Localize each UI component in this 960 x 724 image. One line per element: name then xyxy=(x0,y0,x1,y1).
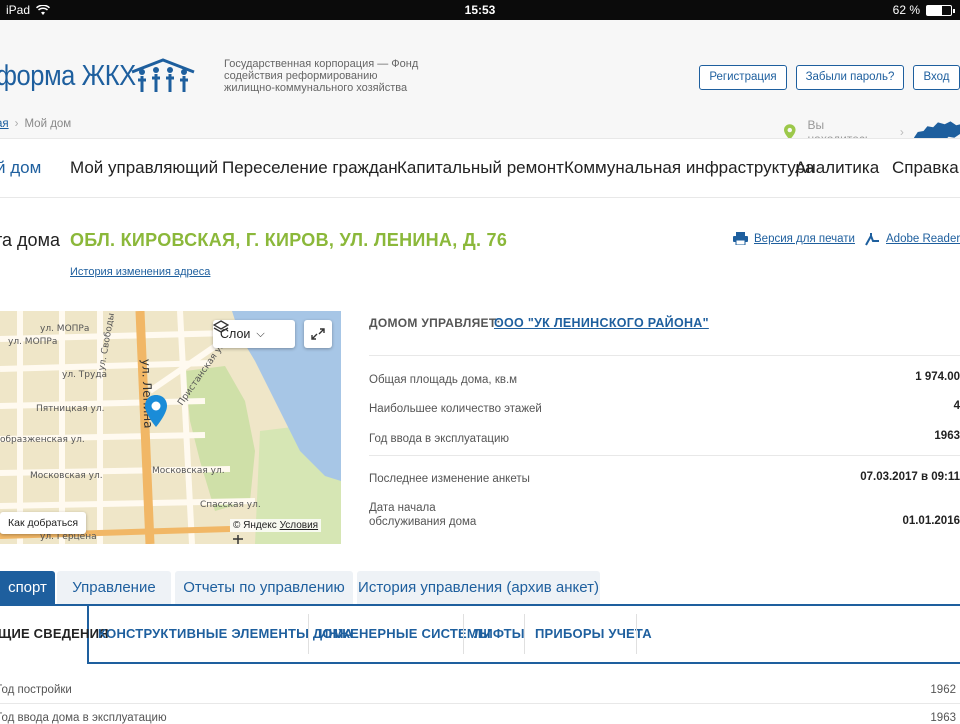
info-row-value: 1 974.00 xyxy=(915,371,960,383)
expand-icon xyxy=(311,328,325,340)
subtab-elevators[interactable]: ЛИФТЫ xyxy=(474,606,525,662)
tab-history[interactable]: История управления (архив анкет) xyxy=(357,571,600,605)
map-copyright-text: © Яндекс xyxy=(233,520,277,531)
street-label-truda: ул. Труда xyxy=(62,370,107,380)
detail-row-key: Год ввода дома в эксплуатацию xyxy=(0,712,167,724)
map-route-button[interactable]: Как добраться xyxy=(0,512,87,534)
manager-label: ДОМОМ УПРАВЛЯЕТ: xyxy=(369,316,501,330)
chevron-right-icon: › xyxy=(899,125,904,139)
status-bar: iPad 15:53 62 % xyxy=(0,0,960,20)
org-description: Государственная корпорация — Фонд содейс… xyxy=(224,58,419,94)
info-row: Последнее изменение анкеты 07.03.2017 в … xyxy=(369,455,960,489)
forgot-password-button[interactable]: Забыли пароль? xyxy=(796,65,904,90)
breadcrumb: ая › Мой дом xyxy=(0,118,71,130)
nav-analytics[interactable]: Аналитика xyxy=(795,158,879,178)
info-row-key: Наибольшее количество этажей xyxy=(369,403,542,415)
tab-passport[interactable]: спорт xyxy=(0,571,55,605)
chevron-down-icon: ⌵ xyxy=(256,327,265,340)
street-label-preobrazhenskaya: образженская ул. xyxy=(0,435,85,445)
subtab-divider xyxy=(463,614,464,654)
info-row: Общая площадь дома, кв.м 1 974.00 xyxy=(369,355,960,386)
street-label-moskovskaya-1: Московская ул. xyxy=(30,471,103,481)
map-terms-link[interactable]: Условия xyxy=(280,520,319,531)
info-row: Дата начала обслуживания дома 01.01.2016 xyxy=(369,489,960,534)
site-header: форма ЖКХ Государственная корпорация — Ф… xyxy=(0,20,960,146)
subtab-divider xyxy=(524,614,525,654)
street-label-mopra-1: ул. МОПРа xyxy=(40,324,89,334)
house-address: ОБЛ. КИРОВСКАЯ, Г. КИРОВ, УЛ. ЛЕНИНА, Д.… xyxy=(70,230,508,250)
manager-link[interactable]: ООО "УК ЛЕНИНСКОГО РАЙОНА" xyxy=(494,316,709,330)
breadcrumb-separator-icon: › xyxy=(14,118,19,130)
tab-management[interactable]: Управление xyxy=(57,571,171,605)
detail-row: Год ввода дома в эксплуатацию 1963 xyxy=(0,712,960,724)
tab-reports[interactable]: Отчеты по управлению xyxy=(175,571,353,605)
row-divider xyxy=(0,703,960,704)
subtab-construction[interactable]: КОНСТРУКТИВНЫЕ ЭЛЕМЕНТЫ ДОМА xyxy=(98,606,353,662)
login-button[interactable]: Вход xyxy=(913,65,960,90)
battery-percent: 62 % xyxy=(892,3,920,17)
address-history-link[interactable]: История изменения адреса xyxy=(70,266,210,278)
map-copyright: © Яндекс Условия xyxy=(230,519,322,532)
print-version-label: Версия для печати xyxy=(754,232,855,245)
adobe-reader-label: Adobe Reader xyxy=(886,233,960,245)
info-row-value: 4 xyxy=(953,400,960,412)
street-label-pyatnitskaya: Пятницкая ул. xyxy=(36,404,104,414)
breadcrumb-current: Мой дом xyxy=(24,118,72,130)
info-row: Год ввода в эксплуатацию 1963 xyxy=(369,424,960,453)
subtab-divider xyxy=(636,614,637,654)
breadcrumb-home[interactable]: ая xyxy=(0,118,9,130)
detail-row-value: 1962 xyxy=(930,684,956,696)
nav-capital-repair[interactable]: Капитальный ремонт xyxy=(397,158,564,178)
layers-icon xyxy=(213,320,229,333)
printer-icon xyxy=(733,232,748,245)
detail-row-key: Год постройки xyxy=(0,684,72,696)
passport-title-label: та дома xyxy=(0,230,60,250)
nav-utility-infrastructure[interactable]: Коммунальная инфраструктура xyxy=(564,158,814,178)
info-row-value: 01.01.2016 xyxy=(902,515,960,527)
adobe-reader-icon xyxy=(865,233,879,246)
info-row-key: Дата начала обслуживания дома xyxy=(369,502,477,528)
info-row-key: Год ввода в эксплуатацию xyxy=(369,433,509,445)
clock: 15:53 xyxy=(464,3,496,17)
house-map[interactable]: ул. МОПРа ул. МОПРа ул. Труда Пятницкая … xyxy=(0,311,341,544)
adobe-reader-link[interactable]: Adobe Reader xyxy=(864,232,960,246)
map-fullscreen-button[interactable] xyxy=(304,320,332,348)
detail-row: Год постройки 1962 xyxy=(0,684,960,696)
subtab-engineering[interactable]: ИНЖЕНЕРНЫЕ СИСТЕМЫ xyxy=(319,606,491,662)
info-row-key: Последнее изменение анкеты xyxy=(369,473,530,485)
site-logo-text[interactable]: форма ЖКХ xyxy=(0,60,136,93)
detail-row-value: 1963 xyxy=(930,712,956,724)
street-label-mopra-2: ул. МОПРа xyxy=(8,337,57,347)
subtab-general[interactable]: ЩИЕ СВЕДЕНИЯ xyxy=(0,606,109,662)
subtab-divider xyxy=(308,614,309,654)
street-label-moskovskaya-2: Московская ул. xyxy=(152,466,225,476)
info-row: Наибольшее количество этажей 4 xyxy=(369,394,960,423)
print-version-link[interactable]: Версия для печати xyxy=(733,232,855,245)
register-button[interactable]: Регистрация xyxy=(699,65,787,90)
nav-my-house[interactable]: й дом xyxy=(0,158,41,178)
info-row-value: 1963 xyxy=(934,430,960,442)
nav-resettlement[interactable]: Переселение граждан xyxy=(222,158,398,178)
subtab-meters[interactable]: ПРИБОРЫ УЧЕТА xyxy=(535,606,652,662)
battery-icon xyxy=(926,4,955,16)
nav-help[interactable]: Справка xyxy=(892,158,959,178)
logo-house-icon[interactable] xyxy=(128,56,198,96)
info-row-key: Общая площадь дома, кв.м xyxy=(369,374,518,386)
street-label-spasskaya: Спасская ул. xyxy=(200,500,261,510)
map-layers-button[interactable]: Слои ⌵ xyxy=(213,320,295,348)
nav-my-manager[interactable]: Мой управляющий xyxy=(70,158,218,178)
info-row-value: 07.03.2017 в 09:11 xyxy=(860,471,960,483)
subtabs-underline xyxy=(88,662,960,664)
